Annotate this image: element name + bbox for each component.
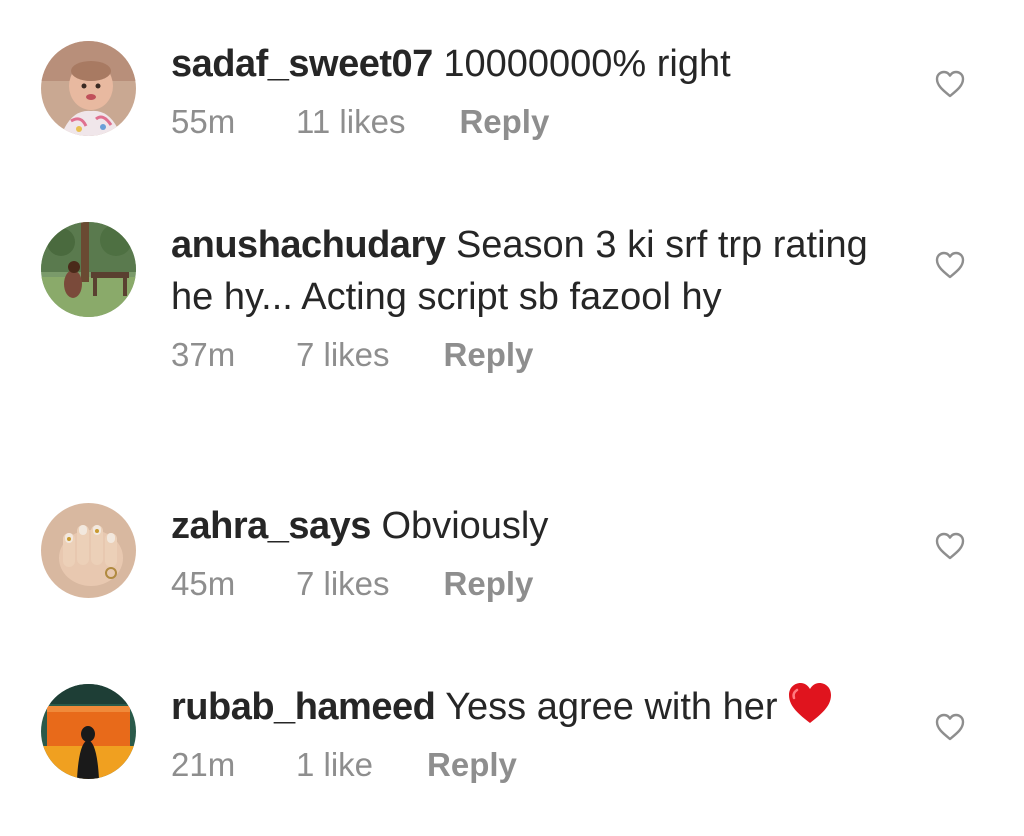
comment-username[interactable]: zahra_says	[171, 505, 371, 547]
comment-likes-count[interactable]: 7 likes	[296, 335, 390, 375]
avatar-baby-photo-icon	[41, 41, 136, 136]
red-heart-emoji-icon	[786, 681, 834, 725]
comment-username[interactable]: anushachudary	[171, 224, 446, 266]
comment-meta: 45m 7 likes Reply	[171, 564, 901, 604]
comment-meta: 55m 11 likes Reply	[171, 102, 901, 142]
avatar[interactable]	[41, 41, 136, 136]
reply-button[interactable]: Reply	[444, 564, 534, 604]
like-button[interactable]	[934, 69, 966, 99]
comment-timestamp: 21m	[171, 746, 236, 783]
avatar-hand-nails-photo-icon	[41, 503, 136, 598]
comment-timestamp: 45m	[171, 565, 236, 602]
reply-button[interactable]: Reply	[459, 102, 549, 142]
like-button[interactable]	[934, 250, 966, 280]
comment-username[interactable]: rubab_hameed	[171, 686, 436, 728]
comment-message: Yess agree with her	[445, 686, 778, 728]
comment-likes-count[interactable]: 11 likes	[296, 102, 405, 142]
comment-likes-count[interactable]: 1 like	[296, 745, 373, 785]
comment-message: 10000000% right	[443, 43, 731, 85]
comment-meta: 21m 1 like Reply	[171, 745, 901, 785]
avatar[interactable]	[41, 503, 136, 598]
comment-text: zahra_says Obviously	[171, 500, 901, 552]
comment-body: rubab_hameed Yess agree with her 21m 1 li…	[171, 681, 901, 785]
comment-body: sadaf_sweet07 10000000% right 55m 11 like…	[171, 38, 901, 142]
comment-text: anushachudary Season 3 ki srf trp rating…	[171, 219, 901, 323]
comment-message: Obviously	[381, 505, 549, 547]
comment-timestamp: 55m	[171, 103, 236, 140]
avatar-orange-figure-photo-icon	[41, 684, 136, 779]
comment-username[interactable]: sadaf_sweet07	[171, 43, 433, 85]
comment-body: zahra_says Obviously 45m 7 likes Reply	[171, 500, 901, 604]
comment-body: anushachudary Season 3 ki srf trp rating…	[171, 219, 901, 375]
avatar[interactable]	[41, 684, 136, 779]
heart-outline-icon	[935, 70, 965, 98]
reply-button[interactable]: Reply	[427, 745, 517, 785]
comment-timestamp: 37m	[171, 336, 236, 373]
comment-text: rubab_hameed Yess agree with her	[171, 681, 901, 733]
heart-outline-icon	[935, 251, 965, 279]
reply-button[interactable]: Reply	[444, 335, 534, 375]
comment-text: sadaf_sweet07 10000000% right	[171, 38, 901, 90]
comment-likes-count[interactable]: 7 likes	[296, 564, 390, 604]
avatar[interactable]	[41, 222, 136, 317]
avatar-garden-swing-photo-icon	[41, 222, 136, 317]
like-button[interactable]	[934, 531, 966, 561]
like-button[interactable]	[934, 712, 966, 742]
heart-outline-icon	[935, 713, 965, 741]
heart-outline-icon	[935, 532, 965, 560]
comment-meta: 37m 7 likes Reply	[171, 335, 901, 375]
